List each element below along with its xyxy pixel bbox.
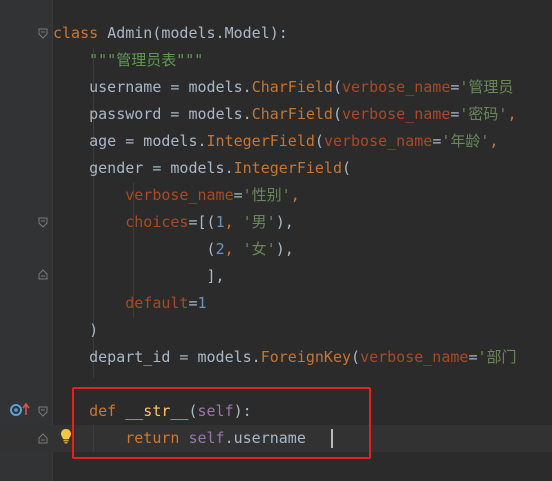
override-method-icon[interactable]	[9, 402, 33, 418]
code-line[interactable]: default=1	[53, 290, 207, 317]
code-token: CharField	[251, 78, 333, 96]
code-token: '管理员	[459, 78, 514, 96]
code-token: ),	[275, 240, 294, 258]
code-token: gender = models.	[53, 159, 234, 177]
code-line[interactable]: depart_id = models.ForeignKey(verbose_na…	[53, 344, 517, 371]
code-token: =	[188, 294, 198, 312]
code-line[interactable]: verbose_name='性别',	[53, 182, 300, 209]
code-token: (	[314, 132, 324, 150]
fold-marker-icon[interactable]	[38, 28, 48, 39]
code-token: ,	[224, 213, 243, 231]
fold-marker-icon[interactable]	[38, 406, 48, 417]
code-line[interactable]: gender = models.IntegerField(	[53, 155, 351, 182]
code-token: ),	[275, 213, 294, 231]
code-line[interactable]: """管理员表"""	[53, 47, 203, 74]
code-token: IntegerField	[206, 132, 315, 150]
code-token: choices	[125, 213, 189, 231]
code-token: 1	[215, 213, 225, 231]
code-token: (models.Model):	[152, 24, 288, 42]
code-token: (	[332, 78, 342, 96]
code-line[interactable]: username = models.CharField(verbose_name…	[53, 74, 513, 101]
code-line[interactable]: (2, '女'),	[53, 236, 294, 263]
code-token: ,	[507, 105, 517, 123]
code-line[interactable]: password = models.CharField(verbose_name…	[53, 101, 517, 128]
code-token: (	[342, 159, 352, 177]
code-token: =	[233, 186, 243, 204]
code-token: username = models.	[53, 78, 252, 96]
code-line[interactable]: ],	[53, 263, 225, 290]
code-token: verbose_name	[323, 132, 433, 150]
code-token: ,	[290, 186, 300, 204]
code-token: '密码'	[459, 105, 508, 123]
code-token: Admin	[107, 24, 153, 42]
code-token: 2	[215, 240, 225, 258]
code-token: '年龄'	[441, 132, 490, 150]
fold-marker-icon[interactable]	[38, 269, 48, 280]
annotation-highlight-box	[72, 387, 371, 459]
code-token: '女'	[242, 240, 276, 258]
code-token: verbose_name	[125, 186, 234, 204]
code-token: 1	[197, 294, 207, 312]
code-token: ,	[489, 132, 499, 150]
code-token: verbose_name	[360, 348, 469, 366]
code-line[interactable]: )	[53, 317, 98, 344]
code-token: (	[332, 105, 342, 123]
code-token: '部门	[477, 348, 517, 366]
code-line[interactable]: class Admin(models.Model):	[53, 20, 288, 47]
code-token: =[(	[188, 213, 216, 231]
code-token: """管理员表"""	[89, 51, 204, 69]
code-token: CharField	[251, 105, 333, 123]
code-token: (	[53, 240, 216, 258]
code-line[interactable]: age = models.IntegerField(verbose_name='…	[53, 128, 498, 155]
code-token: age = models.	[53, 132, 207, 150]
fold-marker-icon[interactable]	[38, 433, 48, 444]
code-token: ],	[53, 267, 225, 285]
code-token: class	[53, 24, 108, 42]
code-token: ,	[224, 240, 243, 258]
code-token: verbose_name	[342, 105, 451, 123]
code-token: depart_id = models.	[53, 348, 261, 366]
code-token: '男'	[242, 213, 276, 231]
code-token: verbose_name	[342, 78, 451, 96]
code-token: )	[53, 321, 99, 339]
code-token: ForeignKey	[260, 348, 352, 366]
code-token: =	[432, 132, 442, 150]
code-token: password = models.	[53, 105, 252, 123]
code-token: (	[351, 348, 361, 366]
code-line[interactable]: choices=[(1, '男'),	[53, 209, 294, 236]
code-token: default	[125, 294, 189, 312]
code-token: IntegerField	[233, 159, 342, 177]
fold-marker-icon[interactable]	[38, 217, 48, 228]
code-token: '性别'	[242, 186, 291, 204]
